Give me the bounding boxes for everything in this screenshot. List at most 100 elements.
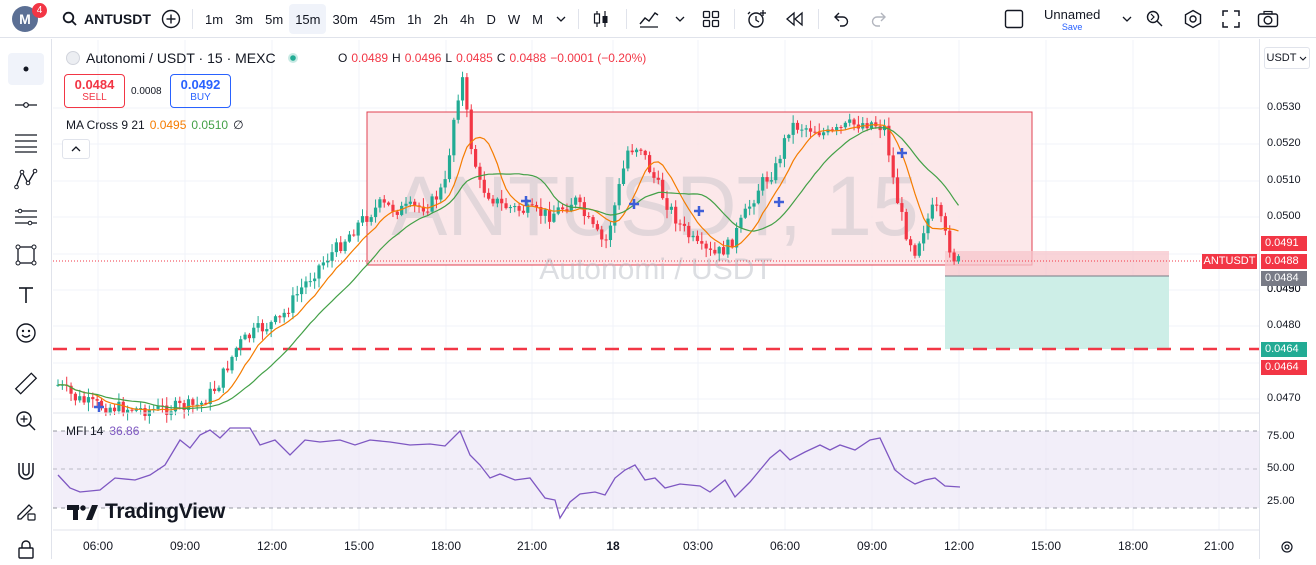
replay-button[interactable] bbox=[782, 6, 808, 32]
measure-tool[interactable] bbox=[8, 367, 44, 399]
indicators-button[interactable] bbox=[636, 6, 662, 32]
interval-1m[interactable]: 1m bbox=[199, 4, 229, 34]
candle-body bbox=[291, 295, 295, 313]
take-profit-zone[interactable] bbox=[945, 276, 1169, 349]
candle-body bbox=[339, 242, 343, 252]
drawing-mode-tool[interactable] bbox=[8, 495, 44, 527]
geometric-shapes-tool[interactable] bbox=[8, 239, 44, 271]
interval-3m[interactable]: 3m bbox=[229, 4, 259, 34]
interval-5m[interactable]: 5m bbox=[259, 4, 289, 34]
alert-button[interactable] bbox=[744, 6, 770, 32]
layout-menu[interactable]: Unnamed Save bbox=[1004, 4, 1132, 34]
ohlc-open-value: 0.0489 bbox=[351, 51, 389, 65]
time-axis-label: 09:00 bbox=[856, 539, 888, 553]
time-axis-label: 03:00 bbox=[682, 539, 714, 553]
current-price-value: 0.0488 bbox=[1265, 255, 1299, 267]
candle-body bbox=[230, 356, 234, 371]
fib-tool[interactable] bbox=[8, 127, 44, 159]
interval-1h[interactable]: 1h bbox=[401, 4, 427, 34]
trend-line-tool[interactable] bbox=[8, 89, 44, 121]
interval-2h[interactable]: 2h bbox=[428, 4, 454, 34]
text-tool[interactable] bbox=[8, 279, 44, 311]
indicators-dropdown[interactable] bbox=[672, 6, 688, 32]
tradingview-logo[interactable]: TradingView bbox=[67, 500, 225, 524]
ohlc-open-key: O bbox=[338, 51, 348, 65]
lock-tool[interactable] bbox=[8, 533, 44, 565]
candle-body bbox=[665, 198, 669, 210]
zoom-tool[interactable] bbox=[8, 405, 44, 437]
symbol-price-tag-text: ANTUSDT bbox=[1203, 255, 1256, 267]
ma-cross-legend[interactable]: MA Cross 9 21 0.0495 0.0510 ∅ bbox=[66, 118, 244, 132]
candle-body bbox=[295, 294, 299, 296]
interval-4h[interactable]: 4h bbox=[454, 4, 480, 34]
candle-body bbox=[369, 217, 373, 222]
forecast-tool[interactable] bbox=[8, 201, 44, 233]
candle-body bbox=[95, 399, 99, 401]
buy-button[interactable]: 0.0492 BUY bbox=[170, 74, 231, 108]
templates-button[interactable] bbox=[698, 6, 724, 32]
redo-icon bbox=[871, 12, 886, 27]
symbol-search[interactable]: ANTUSDT bbox=[62, 4, 151, 34]
candle-body bbox=[778, 158, 782, 164]
candle-body bbox=[517, 206, 521, 211]
support-price-tag: 0.0464 bbox=[1261, 360, 1307, 375]
ohlc-close-key: C bbox=[496, 51, 506, 65]
mfi-legend[interactable]: MFI 14 36.86 bbox=[66, 424, 139, 438]
magnet-tool[interactable] bbox=[8, 455, 44, 487]
interval-15m[interactable]: 15m bbox=[289, 4, 327, 34]
collapse-legend-button[interactable] bbox=[62, 139, 90, 159]
chart-type-button[interactable] bbox=[588, 6, 614, 32]
pattern-tool[interactable] bbox=[8, 163, 44, 195]
projection-icon bbox=[15, 208, 37, 226]
sell-price: 0.0484 bbox=[74, 77, 115, 92]
candle-body bbox=[112, 407, 117, 412]
interval-m[interactable]: M bbox=[526, 4, 549, 34]
parallel-lines-icon bbox=[15, 134, 37, 153]
candle-body bbox=[304, 281, 308, 288]
interval-30m[interactable]: 30m bbox=[326, 4, 363, 34]
candle-body bbox=[413, 201, 417, 206]
candle-body bbox=[278, 316, 282, 318]
search-icon bbox=[62, 11, 77, 26]
ma-legend-slow: 0.0510 bbox=[191, 118, 229, 132]
candle-body bbox=[317, 265, 321, 279]
fullscreen-button[interactable] bbox=[1218, 6, 1244, 32]
candle-body bbox=[343, 241, 347, 252]
legend-header[interactable]: Autonomi / USDT · 15 · MEXC bbox=[66, 50, 300, 66]
candle-body bbox=[752, 203, 756, 207]
candle-body bbox=[748, 206, 752, 209]
compare-symbol-button[interactable] bbox=[158, 6, 184, 32]
candle-body bbox=[347, 234, 352, 242]
interval-45m[interactable]: 45m bbox=[364, 4, 401, 34]
candle-body bbox=[439, 187, 443, 200]
interval-w[interactable]: W bbox=[502, 4, 526, 34]
axis-settings-button[interactable] bbox=[1280, 540, 1296, 556]
interval-d[interactable]: D bbox=[480, 4, 501, 34]
undo-icon bbox=[834, 12, 849, 27]
layout-save-label[interactable]: Save bbox=[1062, 22, 1083, 32]
candle-body bbox=[617, 184, 621, 206]
currency-selector[interactable]: USDT bbox=[1264, 47, 1310, 69]
snapshot-button[interactable] bbox=[1255, 6, 1281, 32]
price-chart[interactable]: ANTUSDT, 15 Autonomi / USDT bbox=[53, 39, 1259, 559]
price-axis[interactable]: USDT bbox=[1259, 39, 1316, 559]
settings-button[interactable] bbox=[1180, 6, 1206, 32]
redo-button[interactable] bbox=[866, 6, 892, 32]
candle-body bbox=[239, 339, 243, 349]
quick-search-button[interactable] bbox=[1142, 6, 1168, 32]
icon-tool[interactable] bbox=[8, 317, 44, 349]
undo-button[interactable] bbox=[828, 6, 854, 32]
candle-body bbox=[495, 198, 499, 204]
candle-body bbox=[365, 216, 369, 222]
candle-body bbox=[408, 201, 412, 204]
sell-button[interactable]: 0.0484 SELL bbox=[64, 74, 125, 108]
stop-loss-zone[interactable] bbox=[945, 251, 1169, 276]
interval-dropdown[interactable] bbox=[552, 6, 570, 32]
candle-body bbox=[326, 260, 330, 263]
symbol-price-tag: ANTUSDT bbox=[1202, 254, 1257, 269]
add-circle-icon bbox=[161, 9, 181, 29]
top-toolbar: M 4 ANTUSDT 1m 3m 5m 15m 30m 45m 1h 2h 4h D W M bbox=[0, 0, 1316, 38]
candle-body bbox=[822, 132, 826, 136]
candle-body bbox=[447, 155, 452, 180]
cursor-tool[interactable] bbox=[8, 53, 44, 85]
